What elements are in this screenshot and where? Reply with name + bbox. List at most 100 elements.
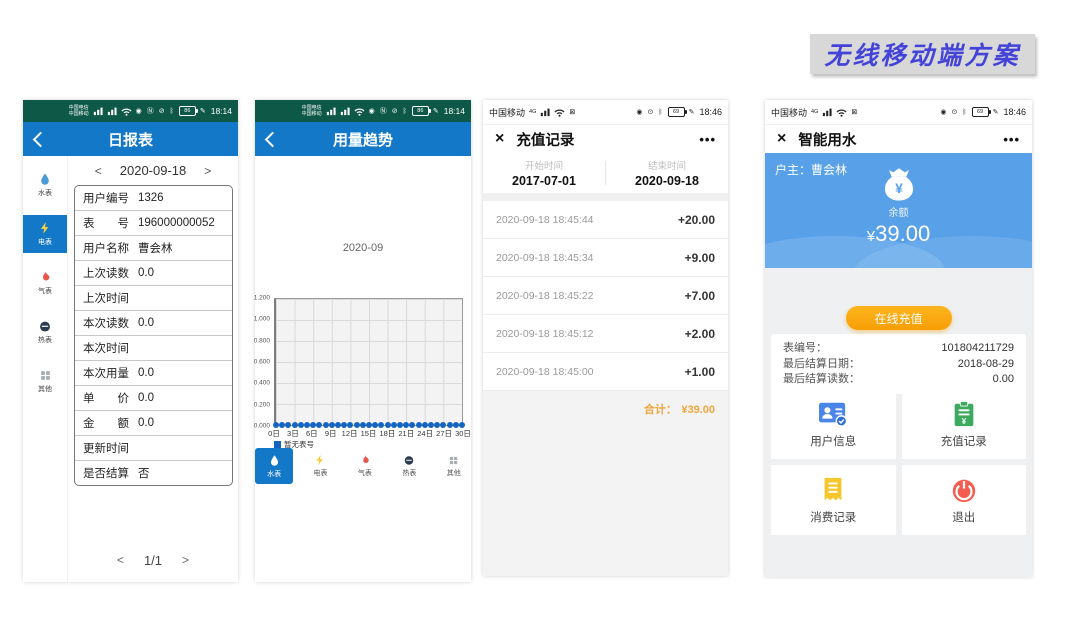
signal-icon — [107, 106, 117, 116]
table-row: 本次用量 0.0 — [75, 361, 232, 386]
total-value: ¥39.00 — [681, 404, 715, 416]
row-label: 本次用量 — [83, 365, 129, 381]
info-row: 最后结算日期： 2018-08-29 — [783, 357, 1014, 373]
network-type: 4G — [811, 109, 818, 115]
info-row: 最后结算读数： 0.00 — [783, 372, 1014, 388]
status-bar: 中国移动 4G ⊠ ◉ ⊙ ᛒ 69 ✎ 18:46 — [483, 100, 728, 125]
page-title: 充值记录 — [516, 129, 687, 150]
alarm-icon: ⊙ — [648, 108, 655, 116]
close-icon[interactable]: × — [495, 131, 504, 147]
tile-recharge-records[interactable]: ¥ 充值记录 — [902, 389, 1027, 459]
page-title: 智能用水 — [798, 129, 991, 150]
tab-other[interactable]: 其他 — [437, 448, 471, 484]
sidebar-item-heat-meter[interactable]: 热表 — [23, 313, 67, 351]
pagination: < 1/1 > — [68, 553, 238, 568]
heat-meter-icon — [403, 454, 415, 466]
more-icon[interactable]: ••• — [699, 132, 716, 147]
row-value: 0.0 — [138, 317, 154, 329]
row-value: 0.0 — [138, 392, 154, 404]
grid-icon — [39, 369, 52, 382]
end-date-picker[interactable]: 结束时间 2020-09-18 — [606, 158, 728, 188]
record-amount: +20.00 — [678, 213, 715, 227]
close-icon[interactable]: × — [777, 131, 786, 147]
lightning-icon — [314, 454, 326, 466]
nfc-icon: Ⓝ — [147, 106, 155, 116]
tab-gas-meter[interactable]: 气表 — [348, 448, 382, 484]
svg-text:¥: ¥ — [962, 416, 967, 425]
next-date-button[interactable]: > — [204, 164, 211, 178]
more-icon[interactable]: ••• — [1003, 132, 1020, 147]
record-amount: +2.00 — [685, 327, 715, 341]
record-time: 2020-09-18 18:45:44 — [496, 214, 594, 226]
prev-date-button[interactable]: < — [95, 164, 102, 178]
legend-swatch — [274, 441, 281, 448]
status-time: 18:14 — [444, 106, 465, 116]
tile-consume-records[interactable]: 消费记录 — [771, 465, 896, 535]
hourglass-icon: ⊠ — [851, 108, 858, 116]
eye-icon: ◉ — [636, 108, 643, 116]
sidebar-item-other[interactable]: 其他 — [23, 362, 67, 400]
online-recharge-button[interactable]: 在线充值 — [846, 306, 952, 330]
row-value: 0.0 — [138, 267, 154, 279]
table-row: 用户名称 曹会林 — [75, 236, 232, 261]
phone-recharge-records: 中国移动 4G ⊠ ◉ ⊙ ᛒ 69 ✎ 18:46 × 充值记录 ••• 开始… — [483, 100, 728, 576]
table-row: 表 号 196000000052 — [75, 211, 232, 236]
meter-type-tabbar: 水表 电表 气表 热表 其他 — [255, 448, 471, 484]
daily-report-table: 用户编号 1326 表 号 196000000052 用户名称 曹会林 — [74, 185, 233, 486]
table-row: 上次读数 0.0 — [75, 261, 232, 286]
meter-info-card: 表编号： 101804211729 最后结算日期： 2018-08-29 最后结… — [771, 334, 1026, 394]
record-time: 2020-09-18 18:45:00 — [496, 366, 594, 378]
table-row: 金 额 0.0 — [75, 411, 232, 436]
status-time: 18:46 — [699, 107, 722, 117]
tile-exit[interactable]: 退出 — [902, 465, 1027, 535]
prev-page-button[interactable]: < — [117, 553, 124, 568]
next-page-button[interactable]: > — [182, 553, 189, 568]
sidebar-item-electric-meter[interactable]: 电表 — [23, 215, 67, 253]
signal-icon — [540, 107, 550, 117]
phone-usage-trend: 中国电信中国移动 ◉ Ⓝ ⊘ ᛒ 86 ✎ 18:14 用量趋势 2020-09… — [255, 100, 471, 582]
consume-record-icon — [820, 476, 846, 504]
tab-water-meter[interactable]: 水表 — [255, 448, 293, 484]
record-row: 2020-09-18 18:45:12 +2.00 — [483, 315, 728, 353]
record-row: 2020-09-18 18:45:34 +9.00 — [483, 239, 728, 277]
page-title: 用量趋势 — [255, 129, 471, 150]
date-navigator: < 2020-09-18 > — [68, 163, 238, 178]
sidebar-item-gas-meter[interactable]: 气表 — [23, 264, 67, 302]
lightning-icon — [38, 221, 52, 235]
water-drop-icon — [38, 172, 52, 186]
sidebar-item-water-meter[interactable]: 水表 — [23, 166, 67, 204]
eye-icon: ◉ — [136, 107, 143, 115]
carrier-labels: 中国电信中国移动 — [302, 105, 322, 117]
usage-chart: 1.2001.0000.8000.6000.4000.2000.000 0日3日… — [257, 298, 463, 426]
row-label: 上次读数 — [83, 265, 129, 281]
record-time: 2020-09-18 18:45:22 — [496, 290, 594, 302]
tab-electric-meter[interactable]: 电表 — [303, 448, 337, 484]
tab-heat-meter[interactable]: 热表 — [392, 448, 426, 484]
vpn-icon: ⊘ — [392, 107, 399, 115]
record-row: 2020-09-18 18:45:22 +7.00 — [483, 277, 728, 315]
date-range-filter: 开始时间 2017-07-01 结束时间 2020-09-18 — [483, 153, 728, 193]
svg-text:¥: ¥ — [895, 180, 903, 196]
record-row: 2020-09-18 18:45:00 +1.00 — [483, 353, 728, 391]
alarm-icon: ⊙ — [952, 108, 959, 116]
record-time: 2020-09-18 18:45:12 — [496, 328, 594, 340]
flame-icon — [38, 270, 52, 284]
usage-chart-yaxis: 1.2001.0000.8000.6000.4000.2000.000 — [257, 298, 272, 426]
signal-icon — [93, 106, 103, 116]
usage-chart-xaxis: 0日3日6日9日12日15日18日21日24日27日30日 — [274, 426, 463, 438]
status-bar: 中国移动 4G ⊠ ◉ ⊙ ᛒ 69 ✎ 18:46 — [765, 100, 1032, 125]
signal-icon — [340, 106, 350, 116]
tile-user-info[interactable]: 用户信息 — [771, 389, 896, 459]
money-bag-icon: ¥ — [879, 165, 919, 203]
chart-month-title: 2020-09 — [255, 242, 471, 254]
current-date[interactable]: 2020-09-18 — [120, 163, 187, 178]
table-row: 本次读数 0.0 — [75, 311, 232, 336]
grid-icon — [448, 455, 459, 466]
row-value: 曹会林 — [138, 240, 173, 256]
bluetooth-icon: ᛒ — [170, 108, 175, 115]
power-save-icon: ✎ — [200, 107, 207, 115]
feature-tiles: 用户信息 ¥ 充值记录 消费记录 — [771, 389, 1026, 535]
power-save-icon: ✎ — [993, 108, 1000, 116]
start-date-picker[interactable]: 开始时间 2017-07-01 — [483, 158, 605, 188]
power-save-icon: ✎ — [689, 108, 696, 116]
